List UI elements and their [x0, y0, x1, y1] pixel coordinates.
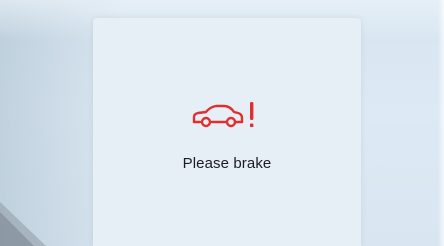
- corner-trim: [0, 202, 46, 246]
- car-collision-warning-icon: [192, 102, 254, 128]
- dashboard-screen: Please brake: [0, 0, 444, 246]
- screen-edge: [438, 0, 444, 246]
- alert-message: Please brake: [182, 155, 272, 172]
- alert-card: [93, 18, 361, 246]
